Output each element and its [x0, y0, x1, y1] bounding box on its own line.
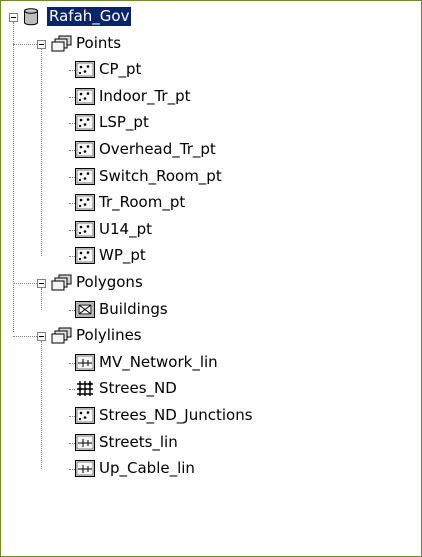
point-feature-class-icon: [75, 141, 95, 162]
feature-dataset-icon: [51, 274, 73, 296]
tree-item-buildings-label[interactable]: Buildings: [99, 300, 168, 319]
catalog-tree: Rafah_Gov Points CP_pt Indoor_Tr_pt LSP_pt Ov…: [1, 1, 421, 556]
point-feature-class-icon: [75, 114, 95, 135]
tree-group-points-collapse-toggle[interactable]: [37, 39, 46, 49]
tree-connector-line: [13, 336, 37, 338]
tree-group-polylines-collapse-toggle[interactable]: [37, 332, 46, 342]
point-feature-class-icon: [75, 194, 95, 215]
line-feature-class-icon: [75, 460, 95, 481]
database-icon: [23, 8, 39, 30]
feature-dataset-icon: [51, 35, 73, 57]
tree-group-polylines-label[interactable]: Polylines: [76, 326, 142, 345]
tree-item-cp-pt-label[interactable]: CP_pt: [99, 60, 141, 79]
tree-connector-line: [13, 22, 14, 333]
point-feature-class-icon: [75, 220, 95, 242]
tree-item-switch-room-pt-label[interactable]: Switch_Room_pt: [99, 167, 222, 186]
tree-group-points-label[interactable]: Points: [76, 34, 121, 53]
tree-item-overhead-tr-pt-label[interactable]: Overhead_Tr_pt: [99, 140, 216, 159]
tree-item-streets-lin-label[interactable]: Streets_lin: [99, 433, 178, 452]
feature-dataset-icon: [51, 327, 73, 349]
line-feature-class-icon: [75, 433, 95, 455]
tree-group-polygons-collapse-toggle[interactable]: [37, 279, 46, 288]
polygon-feature-class-icon: [75, 300, 95, 322]
tree-item-strees-nd-junctions-label[interactable]: Strees_ND_Junctions: [99, 406, 253, 425]
tree-connector-line: [13, 43, 37, 45]
tree-item-strees-nd-label[interactable]: Strees_ND: [99, 379, 177, 398]
point-feature-class-icon: [75, 87, 95, 109]
point-feature-class-icon: [75, 167, 95, 189]
tree-connector-line: [41, 288, 42, 310]
tree-item-tr-room-pt-label[interactable]: Tr_Room_pt: [99, 193, 185, 212]
tree-connector-line: [41, 341, 42, 470]
network-dataset-icon: [75, 380, 95, 401]
tree-item-mv-network-lin-label[interactable]: MV_Network_lin: [99, 353, 218, 372]
point-feature-class-icon: [75, 61, 95, 82]
tree-item-indoor-tr-pt-label[interactable]: Indoor_Tr_pt: [99, 87, 191, 106]
point-feature-class-icon: [75, 407, 95, 428]
tree-item-up-cable-lin-label[interactable]: Up_Cable_lin: [99, 459, 195, 478]
tree-item-lsp-pt-label[interactable]: LSP_pt: [99, 113, 149, 132]
line-feature-class-icon: [75, 353, 95, 375]
tree-connector-line: [41, 48, 42, 257]
tree-root-rafah-gov-label[interactable]: Rafah_Gov: [47, 7, 132, 26]
tree-item-wp-pt-label[interactable]: WP_pt: [99, 246, 146, 265]
tree-connector-line: [13, 283, 37, 284]
tree-group-polygons-label[interactable]: Polygons: [76, 273, 143, 292]
tree-item-u14-pt-label[interactable]: U14_pt: [99, 220, 152, 239]
tree-root-rafah-gov-collapse-toggle[interactable]: [9, 13, 18, 22]
point-feature-class-icon: [75, 247, 95, 268]
catalog-tree-panel: Rafah_Gov Points CP_pt Indoor_Tr_pt LSP_pt Ov…: [0, 0, 422, 557]
